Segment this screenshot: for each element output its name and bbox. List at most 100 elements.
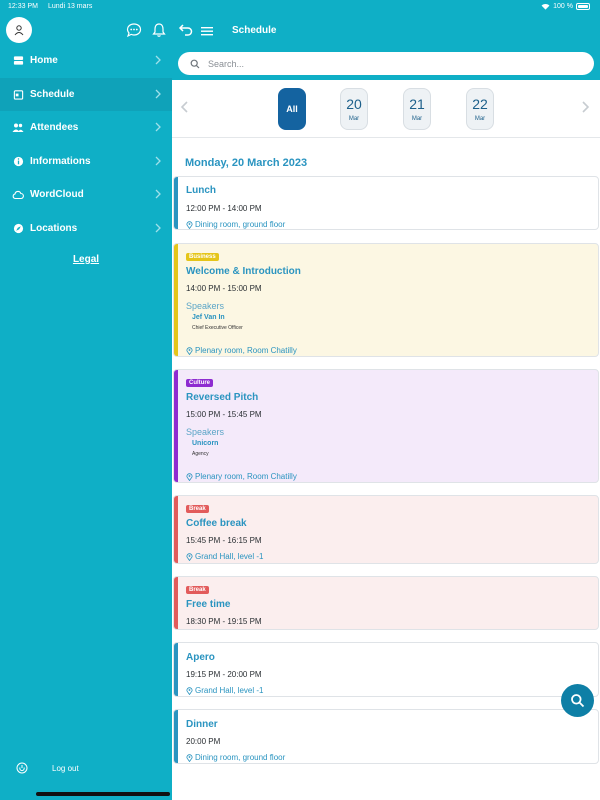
chat-icon[interactable] <box>126 22 142 38</box>
event-stripe <box>174 244 178 356</box>
event-tag: Culture <box>186 379 213 387</box>
location-pin-icon <box>186 472 193 481</box>
search-icon <box>190 59 200 68</box>
day-tab-all[interactable]: All <box>278 88 306 130</box>
event-card-welcome[interactable]: Business Welcome & Introduction 14:00 PM… <box>173 243 599 357</box>
event-stripe <box>174 370 178 482</box>
speakers-label: Speakers <box>186 427 225 437</box>
day-number: 22 <box>472 96 488 112</box>
search-input[interactable]: Search... <box>178 52 594 75</box>
event-time: 12:00 PM - 14:00 PM <box>186 204 262 213</box>
home-icon <box>12 55 24 67</box>
speakers-label: Speakers <box>186 301 225 311</box>
chevron-right-icon[interactable] <box>578 100 592 114</box>
bell-icon[interactable] <box>151 22 167 38</box>
event-title: Dinner <box>186 719 218 730</box>
chevron-right-icon <box>155 223 161 232</box>
legal-link[interactable]: Legal <box>0 254 172 265</box>
location-pin-icon <box>186 346 193 355</box>
day-tab-20[interactable]: 20 Mar <box>340 88 368 130</box>
back-icon[interactable] <box>178 22 194 38</box>
speaker-role: Agency <box>192 451 209 457</box>
user-icon <box>14 25 24 36</box>
event-card-reversed-pitch[interactable]: Culture Reversed Pitch 15:00 PM - 15:45 … <box>173 369 599 483</box>
day-month: Mar <box>348 116 360 122</box>
chevron-right-icon <box>155 189 161 199</box>
event-tag: Business <box>186 253 219 261</box>
chevron-left-icon[interactable] <box>178 100 192 114</box>
event-tag: Break <box>186 586 209 594</box>
sidebar-item-label: Locations <box>30 222 78 234</box>
event-time: 14:00 PM - 15:00 PM <box>186 284 262 293</box>
event-card-apero[interactable]: Apero 19:15 PM - 20:00 PM Grand Hall, le… <box>173 642 599 697</box>
home-indicator <box>36 792 170 796</box>
event-stripe <box>174 577 178 629</box>
speaker-name[interactable]: Unicorn <box>192 440 218 447</box>
avatar[interactable] <box>6 17 32 43</box>
event-tag: Break <box>186 505 209 513</box>
search-fab-button[interactable] <box>561 684 594 717</box>
location-pin-icon <box>186 552 193 561</box>
sidebar-nav: Home Schedule Attendees Informations Wor… <box>0 44 172 245</box>
chevron-right-icon <box>155 156 161 165</box>
speaker-name[interactable]: Jef Van In <box>192 314 225 321</box>
speaker-role: Chief Executive Officer <box>192 325 243 331</box>
battery-icon <box>576 3 590 10</box>
location-pin-icon <box>186 220 193 229</box>
event-stripe <box>174 496 178 563</box>
event-location-label: Plenary room, Room Chatilly <box>195 346 297 355</box>
menu-icon[interactable] <box>200 24 214 38</box>
event-title: Lunch <box>186 185 216 196</box>
event-title: Free time <box>186 599 231 610</box>
compass-icon <box>12 222 24 234</box>
sidebar-item-schedule[interactable]: Schedule <box>0 77 172 111</box>
event-location: Plenary room, Room Chatilly <box>186 346 297 355</box>
sidebar-item-label: Schedule <box>30 88 75 100</box>
logout-button[interactable]: Log out <box>16 762 79 774</box>
cloud-icon <box>12 189 24 201</box>
sidebar-item-label: WordCloud <box>30 189 84 201</box>
event-card-lunch[interactable]: Lunch 12:00 PM - 14:00 PM Dining room, g… <box>173 176 599 230</box>
event-stripe <box>174 710 178 763</box>
day-tab-22[interactable]: 22 Mar <box>466 88 494 130</box>
day-tab-21[interactable]: 21 Mar <box>403 88 431 130</box>
chevron-right-icon <box>155 89 161 98</box>
sidebar-item-home[interactable]: Home <box>0 44 172 78</box>
event-location: Grand Hall, level -1 <box>186 686 263 695</box>
search-placeholder: Search... <box>208 58 245 69</box>
sidebar-item-label: Informations <box>30 155 91 167</box>
sidebar-item-locations[interactable]: Locations <box>0 212 172 246</box>
event-card-dinner[interactable]: Dinner 20:00 PM Dining room, ground floo… <box>173 709 599 764</box>
event-location-label: Grand Hall, level -1 <box>195 552 264 561</box>
event-time: 18:30 PM - 19:15 PM <box>186 617 262 626</box>
people-icon <box>12 122 24 134</box>
event-time: 15:00 PM - 15:45 PM <box>186 410 262 419</box>
event-title: Apero <box>186 652 215 663</box>
event-location: Plenary room, Room Chatilly <box>186 472 297 481</box>
power-icon <box>16 762 28 774</box>
sidebar-item-label: Attendees <box>30 122 79 134</box>
calendar-icon <box>12 88 24 100</box>
location-pin-icon <box>186 686 193 695</box>
event-location-label: Plenary room, Room Chatilly <box>195 472 297 481</box>
sidebar-item-attendees[interactable]: Attendees <box>0 111 172 145</box>
chevron-right-icon <box>155 55 161 65</box>
event-location-label: Dining room, ground floor <box>195 753 286 762</box>
day-number: 20 <box>346 96 362 112</box>
event-title: Coffee break <box>186 518 247 529</box>
sidebar-item-wordcloud[interactable]: WordCloud <box>0 178 172 212</box>
event-title: Welcome & Introduction <box>186 266 301 277</box>
location-pin-icon <box>186 753 193 762</box>
wifi-icon <box>541 4 550 10</box>
info-icon <box>12 155 24 167</box>
event-title: Reversed Pitch <box>186 392 259 403</box>
sidebar: Home Schedule Attendees Informations Wor… <box>0 0 172 800</box>
day-number: 21 <box>409 96 425 112</box>
chevron-right-icon <box>155 122 161 132</box>
day-month: Mar <box>474 116 486 122</box>
sidebar-item-informations[interactable]: Informations <box>0 145 172 179</box>
status-indicators: 100 % <box>541 3 590 10</box>
day-label: All <box>286 104 298 114</box>
event-card-coffee-break[interactable]: Break Coffee break 15:45 PM - 16:15 PM G… <box>173 495 599 564</box>
event-card-free-time[interactable]: Break Free time 18:30 PM - 19:15 PM <box>173 576 599 630</box>
